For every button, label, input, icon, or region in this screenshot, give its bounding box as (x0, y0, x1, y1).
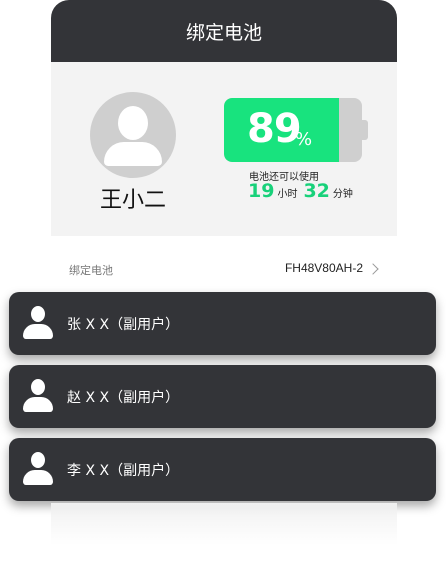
chevron-right-icon (367, 263, 379, 275)
subuser-card[interactable]: 赵 X X（副用户） (9, 365, 436, 428)
subuser-label: 赵 X X（副用户） (67, 390, 180, 406)
avatar-head-shape (118, 106, 148, 140)
subuser-card[interactable]: 李 X X（副用户） (9, 438, 436, 501)
subuser-label: 张 X X（副用户） (67, 317, 180, 333)
avatar-body-shape (104, 142, 162, 166)
remaining-time: 19 小时 32 分钟 (248, 180, 356, 208)
page-title: 绑定电池 (185, 21, 262, 44)
user-name: 王小二 (99, 188, 166, 213)
subuser-card[interactable]: 张 X X（副用户） (9, 292, 436, 355)
person-icon (23, 452, 53, 486)
list-fade (51, 503, 397, 545)
profile-card: 王小二 89 % 电池还可以使用 19 小时 32 分钟 (51, 62, 397, 236)
remaining-hours-unit: 小时 (277, 189, 298, 200)
page-header: 绑定电池 (51, 0, 397, 62)
bind-battery-row[interactable]: 绑定电池 FH48V80AH-2 (51, 252, 397, 288)
battery-percent-unit: % (295, 129, 313, 150)
person-icon (23, 306, 53, 340)
subuser-label: 李 X X（副用户） (67, 463, 180, 479)
bind-battery-label: 绑定电池 (69, 264, 113, 277)
battery-percent: 89 (247, 106, 302, 152)
bound-battery-id: FH48V80AH-2 (284, 261, 363, 275)
person-icon (23, 379, 53, 413)
avatar (90, 92, 176, 178)
remaining-hours: 19 (248, 180, 275, 202)
battery-cap (362, 120, 368, 140)
remaining-minutes: 32 (303, 180, 330, 202)
remaining-minutes-unit: 分钟 (332, 189, 353, 200)
